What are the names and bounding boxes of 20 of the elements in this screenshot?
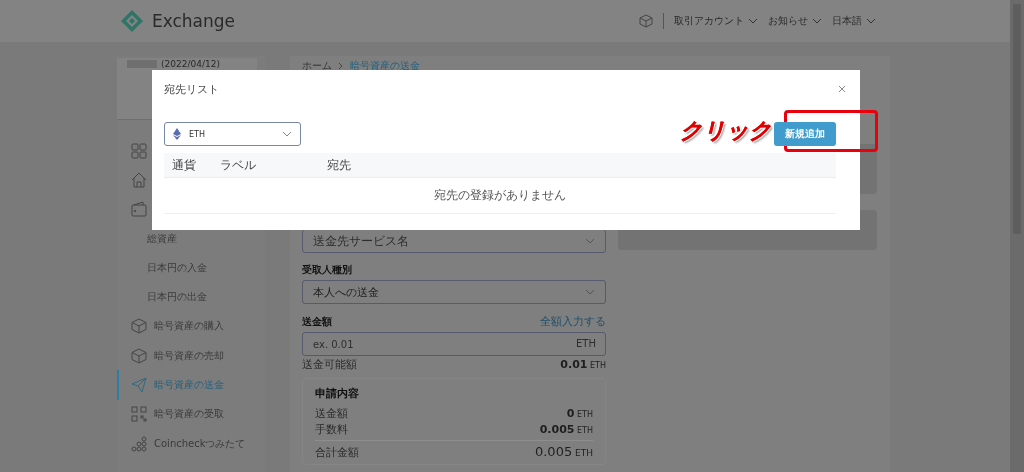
column-header: ラベル xyxy=(220,156,257,174)
field-label: 送金額 xyxy=(302,314,332,329)
summary-value: 0 ETH xyxy=(566,407,593,420)
summary-title: 申請内容 xyxy=(315,386,360,401)
summary-value: 0.005 ETH xyxy=(539,423,593,436)
date-text: (2022/04/12) xyxy=(161,59,220,69)
unit-label: ETH xyxy=(576,338,596,349)
field-label: 受取人種別 xyxy=(302,263,353,277)
available-label: 送金可能額 xyxy=(302,357,357,372)
available-amount: 0.01 ETH xyxy=(560,358,606,371)
column-header: 宛先 xyxy=(327,156,351,174)
total-value: 0.005 ETH xyxy=(534,444,593,459)
column-header: 通貨 xyxy=(172,156,197,174)
annotation-text: クリック xyxy=(680,117,772,145)
summary-label: 手数料 xyxy=(315,422,348,437)
total-label: 合計金額 xyxy=(315,445,359,460)
empty-message: 宛先の登録がありません xyxy=(164,178,836,214)
summary-label: 送金額 xyxy=(315,406,348,421)
modal-title: 宛先リスト xyxy=(164,81,219,97)
logo-text: Exchange xyxy=(152,11,236,31)
